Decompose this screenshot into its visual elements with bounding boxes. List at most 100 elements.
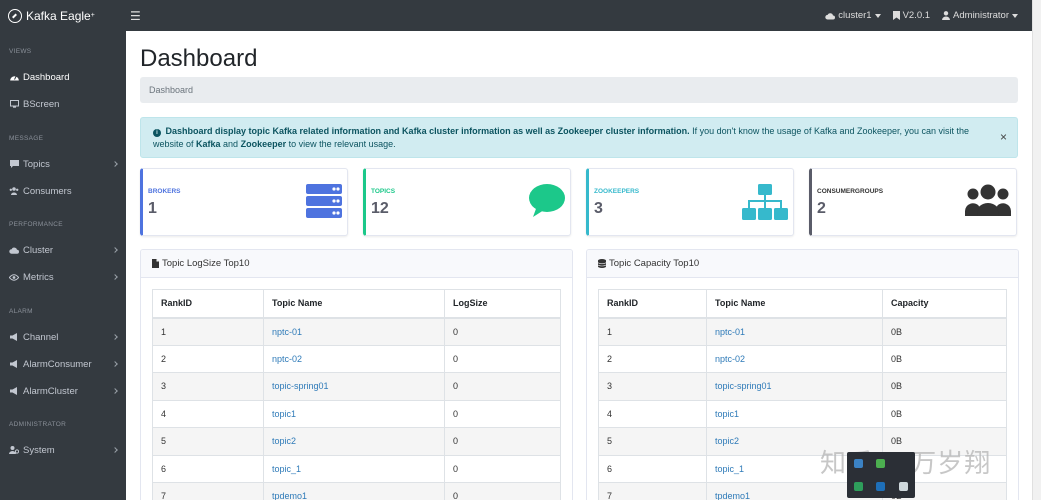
message-icon — [9, 159, 19, 169]
version-label: V2.0.1 — [902, 10, 931, 21]
stat-label: CONSUMERGROUPS — [817, 188, 884, 195]
topic-link[interactable]: topic2 — [715, 436, 739, 446]
logsize-table: RankID Topic Name LogSize 1 nptc-01 0 2 npt… — [152, 289, 561, 500]
bookmark-icon — [892, 11, 900, 20]
topic-link[interactable]: nptc-01 — [272, 327, 302, 337]
table-row: 3 topic-spring01 0 — [152, 372, 561, 401]
brokers-card[interactable]: BROKERS 1 — [140, 168, 348, 236]
topic-link[interactable]: tpdemo1 — [715, 491, 750, 500]
rank-cell: 5 — [598, 427, 707, 456]
sidebar-item-system[interactable]: System — [0, 440, 126, 460]
sidebar-item-label: Consumers — [23, 185, 72, 197]
chevron-right-icon — [112, 388, 118, 394]
rank-cell: 4 — [598, 399, 707, 428]
topic-link[interactable]: topic_1 — [272, 464, 301, 474]
sidebar-item-metrics[interactable]: Metrics — [0, 267, 126, 287]
topic-link[interactable]: nptc-01 — [715, 327, 745, 337]
sidebar-item-label: System — [23, 444, 55, 456]
sidebar-item-alarmcluster[interactable]: AlarmCluster — [0, 381, 126, 401]
panel-title: Topic Capacity Top10 — [609, 258, 700, 269]
topic-link[interactable]: topic_1 — [715, 464, 744, 474]
tray-app-icon[interactable] — [853, 459, 863, 468]
close-icon[interactable]: × — [1000, 131, 1007, 144]
tray-app-icon[interactable] — [876, 482, 886, 491]
rank-cell: 6 — [152, 454, 264, 483]
sidebar-heading-alarm: ALARM — [9, 308, 33, 315]
cluster-dropdown[interactable]: cluster1 — [825, 10, 881, 21]
column-header[interactable]: Topic Name — [706, 289, 883, 319]
breadcrumb-item[interactable]: Dashboard — [149, 85, 193, 95]
sidebar-item-topics[interactable]: Topics — [0, 154, 126, 174]
table-row: 5 topic2 0 — [152, 427, 561, 456]
topic-link[interactable]: topic1 — [272, 409, 296, 419]
chevron-right-icon — [112, 447, 118, 453]
bullhorn-icon — [9, 332, 19, 342]
table-row: 6 topic_1 0 — [152, 454, 561, 483]
bullhorn-icon — [9, 359, 19, 369]
cloud-icon — [825, 12, 836, 19]
column-header[interactable]: Capacity — [882, 289, 1007, 319]
sidebar-item-label: Cluster — [23, 244, 54, 256]
table-row: 4 topic1 0B — [598, 399, 1007, 428]
chevron-right-icon — [112, 161, 118, 167]
topic-link[interactable]: topic2 — [272, 436, 296, 446]
column-header[interactable]: LogSize — [444, 289, 561, 319]
chevron-down-icon — [1012, 13, 1018, 18]
menu-toggle-icon[interactable]: ☰ — [130, 9, 141, 23]
table-row: 2 nptc-02 0B — [598, 344, 1007, 373]
rank-cell: 1 — [152, 317, 264, 346]
column-header[interactable]: Topic Name — [263, 289, 445, 319]
topics-card[interactable]: TOPICS 12 — [363, 168, 571, 236]
table-row: 3 topic-spring01 0B — [598, 372, 1007, 401]
tray-app-icon[interactable] — [899, 482, 909, 491]
sidebar-item-bscreen[interactable]: BScreen — [0, 94, 126, 114]
page-scrollbar[interactable] — [1032, 0, 1041, 500]
info-alert: i Dashboard display topic Kafka related … — [140, 117, 1018, 158]
logsize-cell: 0 — [444, 399, 561, 428]
logsize-panel: Topic LogSize Top10 RankID Topic Name Lo… — [140, 249, 573, 500]
column-header[interactable]: RankID — [152, 289, 264, 319]
table-row: 7tpdemo10B — [598, 482, 1007, 500]
sidebar-item-alarmconsumer[interactable]: AlarmConsumer — [0, 354, 126, 374]
topic-link[interactable]: topic-spring01 — [715, 381, 772, 391]
capacity-cell: 0B — [882, 317, 1007, 346]
alert-text: and — [220, 139, 241, 149]
sidebar-item-consumers[interactable]: Consumers — [0, 181, 126, 201]
tray-app-icon[interactable] — [853, 482, 863, 491]
sidebar-heading-performance: PERFORMANCE — [9, 221, 63, 228]
comment-icon — [529, 184, 565, 217]
topic-link[interactable]: tpdemo1 — [272, 491, 307, 500]
sidebar-item-label: Channel — [23, 331, 59, 343]
capacity-cell: 0B — [882, 399, 1007, 428]
consumergroups-card[interactable]: CONSUMERGROUPS 2 — [809, 168, 1017, 236]
alert-text: to view the relevant usage. — [286, 139, 396, 149]
database-icon — [598, 259, 606, 268]
sidebar: VIEWS Dashboard BScreen MESSAGE Topics C… — [0, 31, 126, 500]
alert-kafka: Kafka — [196, 139, 221, 149]
topic-link[interactable]: nptc-02 — [715, 354, 745, 364]
sitemap-icon — [742, 184, 788, 220]
capacity-cell: 0B — [882, 344, 1007, 373]
column-header[interactable]: RankID — [598, 289, 707, 319]
file-icon — [152, 259, 159, 268]
sidebar-item-dashboard[interactable]: Dashboard — [0, 67, 126, 87]
sidebar-item-channel[interactable]: Channel — [0, 327, 126, 347]
sidebar-item-cluster[interactable]: Cluster — [0, 240, 126, 260]
version-link[interactable]: V2.0.1 — [892, 10, 931, 21]
brand[interactable]: Kafka Eagle + — [0, 8, 126, 23]
alert-bold-text: Dashboard display topic Kafka related in… — [165, 126, 690, 136]
rank-cell: 4 — [152, 399, 264, 428]
tray-spacer — [899, 459, 908, 468]
topic-link[interactable]: topic-spring01 — [272, 381, 329, 391]
rank-cell: 7 — [598, 482, 707, 500]
user-dropdown[interactable]: Administrator — [942, 10, 1018, 21]
topic-link[interactable]: topic1 — [715, 409, 739, 419]
tray-app-icon[interactable] — [876, 459, 886, 468]
topic-link[interactable]: nptc-02 — [272, 354, 302, 364]
rank-cell: 5 — [152, 427, 264, 456]
sidebar-item-label: Topics — [23, 158, 50, 170]
zookeepers-card[interactable]: ZOOKEEPERS 3 — [586, 168, 794, 236]
stat-label: ZOOKEEPERS — [594, 188, 640, 195]
stat-label: BROKERS — [148, 188, 181, 195]
user-icon — [942, 11, 951, 20]
